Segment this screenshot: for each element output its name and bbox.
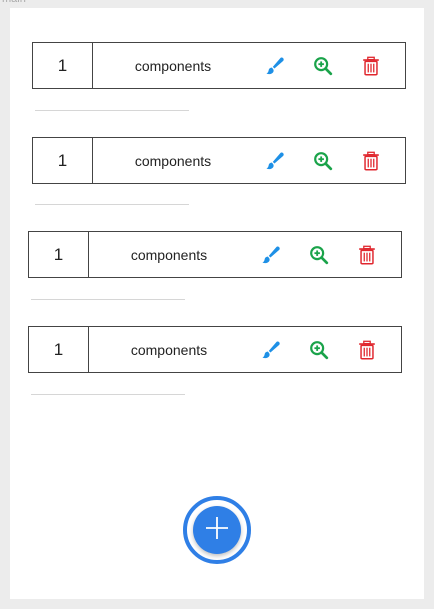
add-button[interactable] xyxy=(183,496,251,564)
item-count: 1 xyxy=(33,138,93,183)
delete-trash-icon[interactable] xyxy=(355,338,379,362)
divider xyxy=(31,299,185,300)
divider xyxy=(35,204,189,205)
edit-brush-icon[interactable] xyxy=(259,243,283,267)
edit-brush-icon[interactable] xyxy=(259,338,283,362)
divider xyxy=(31,394,185,395)
item-label: components xyxy=(130,341,208,358)
edit-brush-icon[interactable] xyxy=(263,54,287,78)
zoom-in-icon[interactable] xyxy=(311,149,335,173)
item-label: components xyxy=(130,246,208,263)
item-label: components xyxy=(134,57,212,74)
list-item[interactable]: 1 components xyxy=(28,326,402,373)
list-item[interactable]: 1 components xyxy=(32,137,406,184)
list-item[interactable]: 1 components xyxy=(32,42,406,89)
window-title: main xyxy=(2,0,26,5)
add-button-inner[interactable] xyxy=(193,506,241,554)
item-count: 1 xyxy=(29,327,89,372)
divider xyxy=(35,110,189,111)
delete-trash-icon[interactable] xyxy=(359,149,383,173)
zoom-in-icon[interactable] xyxy=(307,338,331,362)
edit-brush-icon[interactable] xyxy=(263,149,287,173)
zoom-in-icon[interactable] xyxy=(311,54,335,78)
item-count: 1 xyxy=(29,232,89,277)
item-count: 1 xyxy=(33,43,93,88)
delete-trash-icon[interactable] xyxy=(355,243,379,267)
item-label: components xyxy=(134,152,212,169)
list-item[interactable]: 1 components xyxy=(28,231,402,278)
zoom-in-icon[interactable] xyxy=(307,243,331,267)
delete-trash-icon[interactable] xyxy=(359,54,383,78)
plus-icon xyxy=(204,515,230,546)
